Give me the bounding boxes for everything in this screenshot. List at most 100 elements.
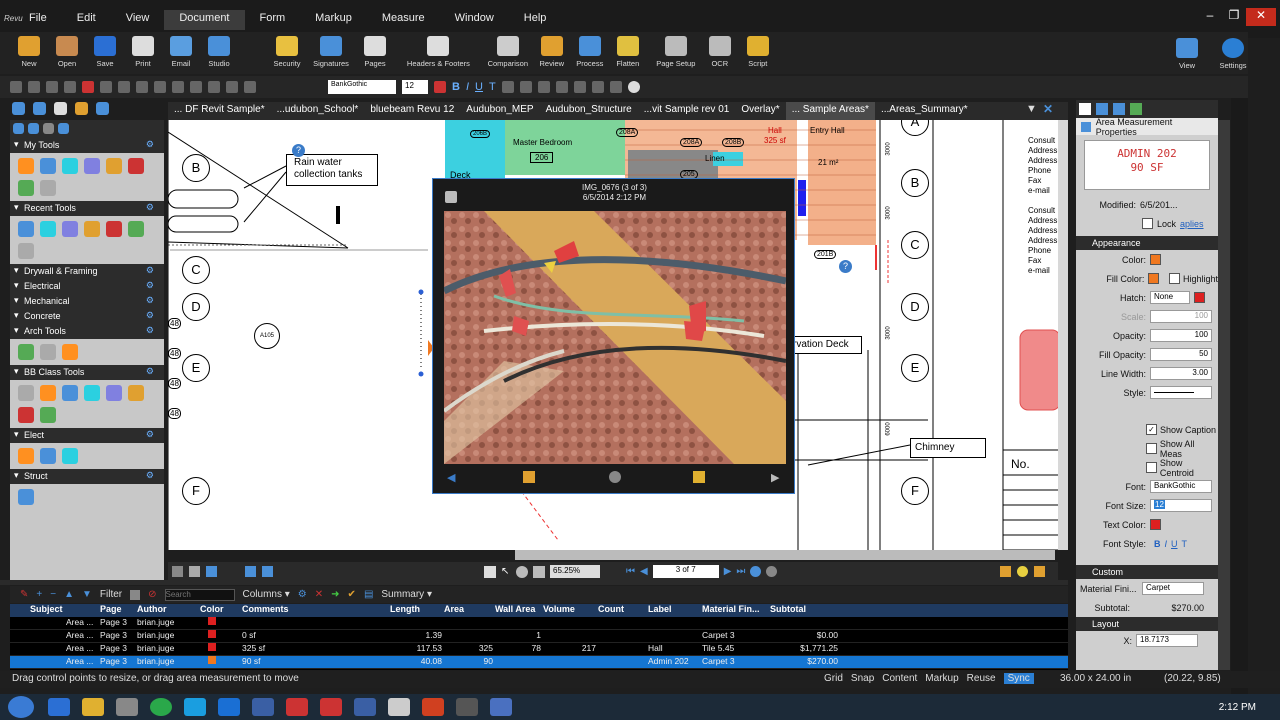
expand-icon[interactable]: ▾: [14, 470, 19, 481]
table-row[interactable]: Area ... Page 3 brian.juge 0 sf 1.39 1 Carpet …: [10, 630, 1068, 643]
markup-tool-icon[interactable]: [18, 489, 34, 505]
fill-color-icon[interactable]: [136, 81, 148, 93]
column-header[interactable]: Wall Area: [493, 604, 541, 617]
paste-icon[interactable]: [100, 81, 112, 93]
document-tab[interactable]: ... DF Revit Sample*: [168, 102, 271, 120]
markup-tool-icon[interactable]: [18, 448, 34, 464]
document-tab[interactable]: ... Sample Areas*: [785, 102, 875, 120]
section-elect[interactable]: ▾ Elect ⚙: [10, 428, 164, 443]
menu-document[interactable]: Document: [164, 10, 245, 30]
column-header[interactable]: Count: [596, 604, 646, 617]
applies-link[interactable]: aplies: [1180, 219, 1204, 229]
markup-tool-icon[interactable]: [18, 407, 34, 423]
column-header[interactable]: Length: [388, 604, 442, 617]
distribute-icon[interactable]: [208, 81, 220, 93]
close-tab-icon[interactable]: ✕: [1043, 102, 1053, 116]
hatch-color-swatch[interactable]: [1194, 292, 1205, 303]
rain-water-callout[interactable]: Rain water collection tanks: [286, 154, 378, 186]
document-tab[interactable]: Overlay*: [735, 102, 785, 120]
align-left-icon[interactable]: [501, 81, 514, 93]
line-style-icon[interactable]: [154, 81, 166, 93]
markup-tool-icon[interactable]: [106, 158, 122, 174]
highlight-checkbox[interactable]: [1169, 273, 1180, 284]
markup-tool-icon[interactable]: [18, 158, 34, 174]
underline-button[interactable]: U: [1171, 539, 1178, 549]
section-settings-icon[interactable]: ⚙: [146, 202, 154, 213]
previous-page-icon[interactable]: ◀: [640, 566, 648, 577]
column-header[interactable]: Author: [135, 604, 198, 617]
markup-tool-icon[interactable]: [62, 344, 78, 360]
expand-icon[interactable]: ▾: [14, 366, 19, 377]
valign-icon[interactable]: [555, 81, 568, 93]
font-size-input[interactable]: 12: [1154, 500, 1165, 509]
markup-tool-icon[interactable]: [18, 385, 34, 401]
email-button[interactable]: Email: [162, 32, 200, 74]
markup-tool-icon[interactable]: [128, 158, 144, 174]
pages-button[interactable]: Pages: [356, 32, 394, 74]
toggle-content[interactable]: Content: [882, 673, 917, 684]
expand-icon[interactable]: ▾: [14, 310, 19, 321]
expand-icon[interactable]: ▾: [14, 265, 19, 276]
filter-button[interactable]: Filter: [100, 589, 122, 600]
italic-button[interactable]: I: [1165, 539, 1168, 549]
align-right-icon[interactable]: [537, 81, 550, 93]
markup-tool-icon[interactable]: [18, 243, 34, 259]
rotate-photo-icon[interactable]: [609, 471, 621, 483]
markup-tool-icon[interactable]: [62, 448, 78, 464]
markup-tool-icon[interactable]: [18, 344, 34, 360]
arrange-icon[interactable]: [226, 81, 238, 93]
section-concrete[interactable]: ▾ Concrete ⚙: [10, 309, 164, 324]
font-select[interactable]: BankGothic: [1150, 480, 1212, 493]
x-input[interactable]: 18.7173: [1136, 634, 1198, 647]
section-mechanical[interactable]: ▾ Mechanical ⚙: [10, 294, 164, 309]
powerpoint-icon[interactable]: [422, 698, 444, 716]
chimney-callout[interactable]: Chimney: [910, 438, 986, 458]
studio-icon[interactable]: [1113, 103, 1125, 115]
snap-icon[interactable]: [573, 81, 586, 93]
close-icon[interactable]: ✕: [315, 589, 323, 600]
minimize-icon[interactable]: –: [1198, 8, 1222, 26]
page-number-input[interactable]: 3 of 7: [652, 565, 719, 578]
fit-width-icon[interactable]: [262, 566, 273, 577]
section-struct[interactable]: ▾ Struct ⚙: [10, 469, 164, 484]
studio-button[interactable]: Studio: [200, 32, 238, 74]
markup-tool-icon[interactable]: [128, 385, 144, 401]
section-drywall-framing[interactable]: ▾ Drywall & Framing ⚙: [10, 264, 164, 279]
process-button[interactable]: Process: [571, 32, 609, 74]
comparison-button[interactable]: Comparison: [483, 32, 533, 74]
markup-tool-icon[interactable]: [40, 180, 56, 196]
column-header[interactable]: Volume: [541, 604, 596, 617]
last-page-icon[interactable]: ⏭: [736, 566, 745, 577]
markup-tool-icon[interactable]: [40, 385, 56, 401]
menu-window[interactable]: Window: [440, 10, 509, 30]
markup-tool-icon[interactable]: [40, 221, 56, 237]
splitter[interactable]: [0, 580, 1068, 585]
markup-tool-icon[interactable]: [40, 344, 56, 360]
line-width-input[interactable]: 3.00: [1150, 367, 1212, 380]
first-page-icon[interactable]: ⏮: [626, 566, 635, 577]
add-column-icon[interactable]: +: [36, 589, 42, 600]
italic-icon[interactable]: I: [466, 81, 469, 93]
pen-icon[interactable]: [1079, 103, 1091, 115]
autocad-icon[interactable]: [286, 698, 308, 716]
show-all-meas-checkbox[interactable]: [1146, 443, 1157, 454]
trash-icon[interactable]: [130, 589, 141, 600]
markup-tool-icon[interactable]: [84, 385, 100, 401]
column-header[interactable]: Subtotal: [768, 604, 838, 617]
properties-scrollbar[interactable]: [1218, 120, 1230, 670]
toggle-markup[interactable]: Markup: [925, 673, 958, 684]
line-width-icon[interactable]: [172, 81, 184, 93]
expand-icon[interactable]: ▾: [14, 325, 19, 336]
continuous-icon[interactable]: [189, 566, 200, 577]
section-settings-icon[interactable]: ⚙: [146, 310, 154, 321]
undo-icon[interactable]: [10, 81, 22, 93]
menu-help[interactable]: Help: [509, 10, 562, 30]
material-select[interactable]: Carpet: [1142, 582, 1204, 595]
fill-color-swatch[interactable]: [1148, 273, 1160, 284]
menu-measure[interactable]: Measure: [367, 10, 440, 30]
script-button[interactable]: Script: [739, 32, 777, 74]
section-electrical[interactable]: ▾ Electrical ⚙: [10, 279, 164, 294]
column-header[interactable]: Label: [646, 604, 700, 617]
strikethrough-button[interactable]: T: [1182, 539, 1188, 549]
zoom-level-select[interactable]: 65.25%: [550, 565, 600, 578]
